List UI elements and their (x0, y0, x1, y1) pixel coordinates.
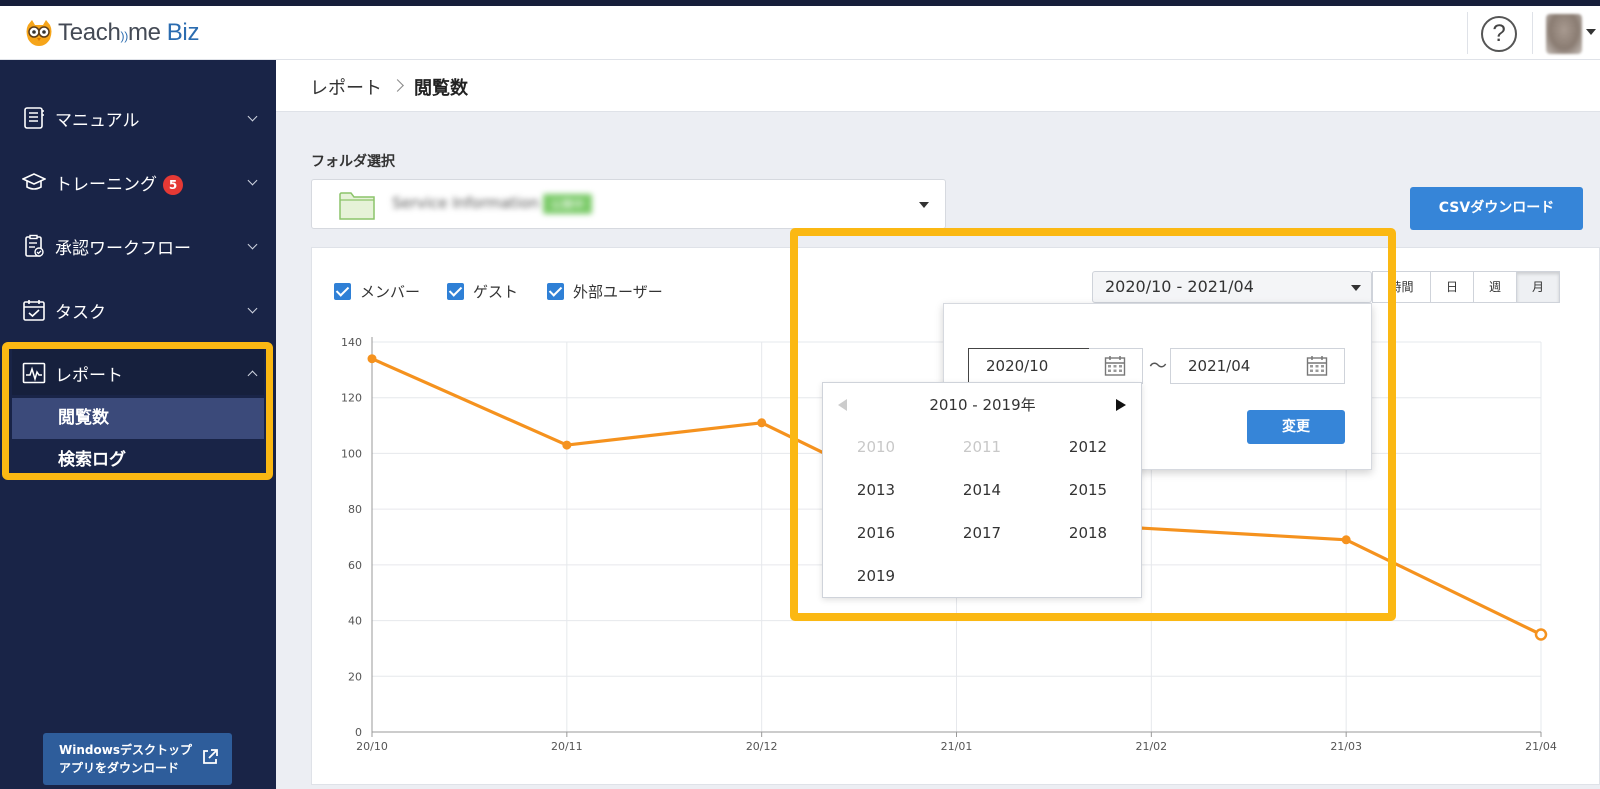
data-point (1534, 628, 1548, 641)
data-point (562, 440, 572, 450)
granularity-week-button[interactable]: 週 (1473, 271, 1517, 303)
data-point (1341, 535, 1351, 545)
data-point (367, 354, 377, 364)
granularity-month-button[interactable]: 月 (1516, 271, 1560, 303)
y-tick-label: 100 (341, 447, 362, 460)
year-option[interactable]: 2015 (1058, 481, 1118, 499)
date-range-select[interactable]: 2020/10 - 2021/04 (1092, 271, 1372, 303)
x-tick-label: 21/03 (1330, 740, 1362, 753)
y-tick-label: 120 (341, 392, 362, 405)
y-tick-label: 60 (348, 559, 362, 572)
x-tick-label: 21/01 (941, 740, 973, 753)
y-tick-label: 20 (348, 670, 362, 683)
year-option[interactable]: 2018 (1058, 524, 1118, 542)
x-tick-label: 20/11 (551, 740, 583, 753)
x-tick-label: 21/04 (1525, 740, 1557, 753)
granularity-day-button[interactable]: 日 (1430, 271, 1474, 303)
y-tick-label: 40 (348, 615, 362, 628)
year-option[interactable]: 2012 (1058, 438, 1118, 456)
data-point (757, 418, 767, 428)
calendar-icon[interactable] (1306, 355, 1328, 377)
calendar-icon (1104, 356, 1126, 376)
apply-change-button[interactable]: 変更 (1247, 410, 1345, 444)
next-decade-icon[interactable] (1116, 399, 1126, 411)
year-option[interactable]: 2017 (952, 524, 1012, 542)
year-option[interactable]: 2013 (846, 481, 906, 499)
y-tick-label: 0 (355, 726, 362, 739)
date-range-value: 2020/10 - 2021/04 (1105, 277, 1254, 296)
date-range-separator: 〜 (1149, 356, 1167, 377)
year-option[interactable]: 2016 (846, 524, 906, 542)
year-option[interactable]: 2014 (952, 481, 1012, 499)
chevron-down-icon (1351, 285, 1361, 291)
year-option: 2010 (856, 438, 896, 456)
y-tick-label: 80 (348, 503, 362, 516)
x-tick-label: 21/02 (1135, 740, 1167, 753)
y-tick-label: 140 (341, 336, 362, 349)
x-tick-label: 20/12 (746, 740, 778, 753)
x-axis-ticks: 20/10 20/11 20/12 21/01 21/02 21/03 21/04 (356, 740, 1557, 753)
year-option: 2011 (962, 438, 1002, 456)
x-tick-label: 20/10 (356, 740, 388, 753)
year-picker-title: 2010 - 2019年 (929, 396, 1036, 414)
granularity-hour-button[interactable]: 時間 (1372, 271, 1431, 303)
y-axis-ticks: 0 20 40 60 80 100 120 140 (341, 336, 362, 739)
date-from-input[interactable]: 2020/10 (968, 348, 1090, 384)
prev-decade-icon[interactable] (838, 399, 847, 411)
year-option[interactable]: 2019 (846, 567, 906, 585)
